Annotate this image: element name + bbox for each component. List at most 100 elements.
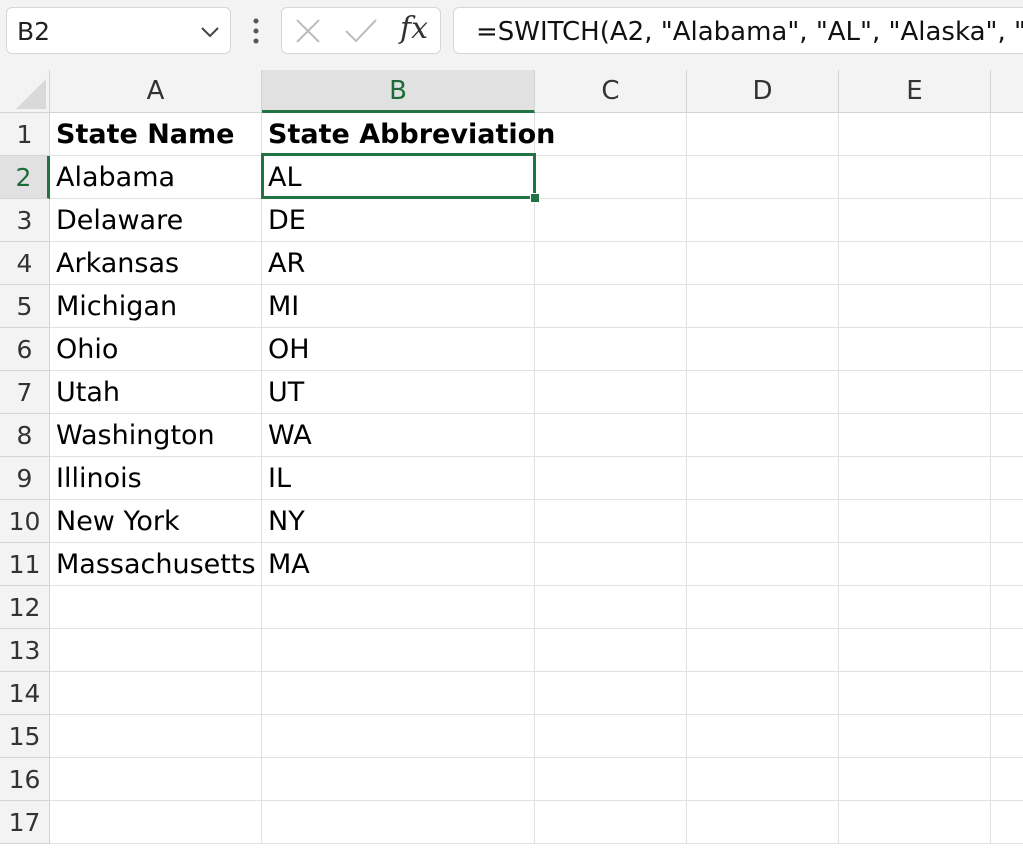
cell-a1[interactable]: State Name [50, 113, 262, 156]
cell-b15[interactable] [262, 715, 535, 758]
cell-d7[interactable] [687, 371, 839, 414]
cell-c10[interactable] [535, 500, 687, 543]
column-header-a[interactable]: A [50, 70, 262, 113]
cell-c14[interactable] [535, 672, 687, 715]
row-header-14[interactable]: 14 [0, 672, 50, 715]
cell-c17[interactable] [535, 801, 687, 844]
cell-b10[interactable]: NY [262, 500, 535, 543]
row-header-8[interactable]: 8 [0, 414, 50, 457]
cell-d6[interactable] [687, 328, 839, 371]
cell-f17[interactable] [991, 801, 1023, 844]
cell-c8[interactable] [535, 414, 687, 457]
row-header-7[interactable]: 7 [0, 371, 50, 414]
cell-b14[interactable] [262, 672, 535, 715]
cell-e1[interactable] [839, 113, 991, 156]
cell-a14[interactable] [50, 672, 262, 715]
row-header-10[interactable]: 10 [0, 500, 50, 543]
cell-d12[interactable] [687, 586, 839, 629]
row-header-15[interactable]: 15 [0, 715, 50, 758]
row-header-11[interactable]: 11 [0, 543, 50, 586]
cell-c9[interactable] [535, 457, 687, 500]
cell-a13[interactable] [50, 629, 262, 672]
cell-e12[interactable] [839, 586, 991, 629]
cell-b16[interactable] [262, 758, 535, 801]
formula-input[interactable]: =SWITCH(A2, "Alabama", "AL", "Alaska", "… [453, 7, 1023, 54]
cell-e10[interactable] [839, 500, 991, 543]
more-options-icon[interactable] [250, 16, 262, 46]
cell-e13[interactable] [839, 629, 991, 672]
cell-e3[interactable] [839, 199, 991, 242]
select-all-button[interactable] [0, 70, 50, 113]
cell-c1[interactable] [535, 113, 687, 156]
cell-c3[interactable] [535, 199, 687, 242]
cell-e4[interactable] [839, 242, 991, 285]
cell-f8[interactable] [991, 414, 1023, 457]
cell-c5[interactable] [535, 285, 687, 328]
row-header-16[interactable]: 16 [0, 758, 50, 801]
cell-d17[interactable] [687, 801, 839, 844]
cell-f9[interactable] [991, 457, 1023, 500]
cell-a8[interactable]: Washington [50, 414, 262, 457]
cell-c15[interactable] [535, 715, 687, 758]
cell-b2[interactable]: AL [262, 156, 535, 199]
cell-f10[interactable] [991, 500, 1023, 543]
cell-a16[interactable] [50, 758, 262, 801]
cell-a5[interactable]: Michigan [50, 285, 262, 328]
cell-a2[interactable]: Alabama [50, 156, 262, 199]
cell-b1[interactable]: State Abbreviation [262, 113, 555, 156]
cell-e15[interactable] [839, 715, 991, 758]
cell-b8[interactable]: WA [262, 414, 535, 457]
cell-e16[interactable] [839, 758, 991, 801]
cell-e5[interactable] [839, 285, 991, 328]
cell-b7[interactable]: UT [262, 371, 535, 414]
cell-a10[interactable]: New York [50, 500, 262, 543]
cell-f1[interactable] [991, 113, 1023, 156]
cell-d3[interactable] [687, 199, 839, 242]
cell-c16[interactable] [535, 758, 687, 801]
cell-c12[interactable] [535, 586, 687, 629]
row-header-6[interactable]: 6 [0, 328, 50, 371]
cell-d9[interactable] [687, 457, 839, 500]
cell-f16[interactable] [991, 758, 1023, 801]
row-header-2[interactable]: 2 [0, 156, 50, 199]
cell-b13[interactable] [262, 629, 535, 672]
row-header-4[interactable]: 4 [0, 242, 50, 285]
cell-e6[interactable] [839, 328, 991, 371]
column-header-c[interactable]: C [535, 70, 687, 113]
cell-d13[interactable] [687, 629, 839, 672]
cell-c6[interactable] [535, 328, 687, 371]
row-header-13[interactable]: 13 [0, 629, 50, 672]
cell-b9[interactable]: IL [262, 457, 535, 500]
cell-d11[interactable] [687, 543, 839, 586]
cell-e2[interactable] [839, 156, 991, 199]
cell-b5[interactable]: MI [262, 285, 535, 328]
cell-a15[interactable] [50, 715, 262, 758]
cell-e7[interactable] [839, 371, 991, 414]
cell-f5[interactable] [991, 285, 1023, 328]
cell-f2[interactable] [991, 156, 1023, 199]
column-header-b[interactable]: B [262, 70, 535, 113]
cell-f15[interactable] [991, 715, 1023, 758]
cell-d5[interactable] [687, 285, 839, 328]
row-header-17[interactable]: 17 [0, 801, 50, 844]
cell-c13[interactable] [535, 629, 687, 672]
cell-a12[interactable] [50, 586, 262, 629]
cell-c2[interactable] [535, 156, 687, 199]
cell-e11[interactable] [839, 543, 991, 586]
cell-b11[interactable]: MA [262, 543, 535, 586]
cell-a11[interactable]: Massachusetts [50, 543, 262, 586]
cell-a17[interactable] [50, 801, 262, 844]
row-header-5[interactable]: 5 [0, 285, 50, 328]
cell-d1[interactable] [687, 113, 839, 156]
column-header-e[interactable]: E [839, 70, 991, 113]
cell-f12[interactable] [991, 586, 1023, 629]
insert-function-icon[interactable]: fx [400, 11, 428, 46]
cell-f3[interactable] [991, 199, 1023, 242]
cell-d15[interactable] [687, 715, 839, 758]
cell-e8[interactable] [839, 414, 991, 457]
cell-b3[interactable]: DE [262, 199, 535, 242]
chevron-down-icon[interactable] [199, 22, 221, 42]
cell-a7[interactable]: Utah [50, 371, 262, 414]
cell-b17[interactable] [262, 801, 535, 844]
cell-b4[interactable]: AR [262, 242, 535, 285]
